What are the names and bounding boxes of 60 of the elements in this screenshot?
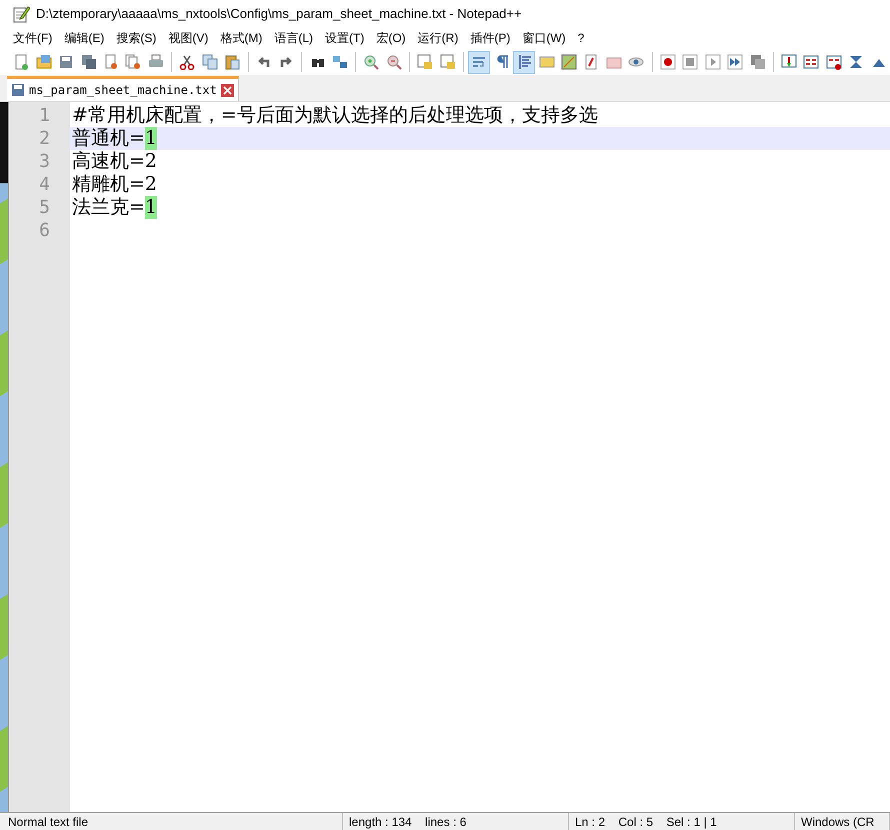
line-number: 3	[38, 150, 51, 173]
menu-item[interactable]: 搜索(S)	[110, 28, 162, 48]
close-icon	[222, 86, 232, 94]
printer-icon	[148, 54, 164, 70]
scissors-icon	[179, 54, 196, 70]
line-number: 6	[38, 219, 51, 242]
menu-item[interactable]: 文件(F)	[7, 28, 58, 48]
window-lock-icon	[440, 54, 456, 70]
status-text: Normal text file	[0, 813, 343, 830]
zoom-out-icon	[386, 54, 402, 70]
status-text: length : 134 lines : 6	[343, 813, 569, 830]
new-file-icon	[13, 54, 30, 70]
menu-item[interactable]: 设置(T)	[319, 28, 370, 48]
undo-icon	[256, 54, 272, 70]
menu-item[interactable]: 编辑(E)	[58, 28, 110, 48]
fast-forward-icon	[727, 54, 744, 70]
code-text: 高速机=2	[72, 150, 158, 173]
line-number: 1	[38, 104, 51, 127]
line-number: 4	[38, 173, 51, 196]
code-text: 普通机=	[72, 127, 145, 150]
document-icon	[103, 54, 120, 70]
play-icon	[704, 54, 721, 70]
compare-icon	[826, 54, 842, 70]
code-text: 精雕机=2	[72, 173, 158, 196]
compare-icon	[803, 54, 820, 70]
status-text: Windows (CR	[795, 813, 890, 830]
close-button[interactable]	[220, 84, 234, 96]
menu-item[interactable]: 视图(V)	[162, 28, 214, 48]
replace-icon	[332, 54, 348, 70]
download-icon	[781, 54, 798, 70]
floppy-icon	[58, 54, 74, 70]
menu-item[interactable]: 语言(L)	[268, 28, 319, 48]
code-text: 法兰克=	[72, 196, 145, 219]
zoom-in-icon	[363, 54, 380, 70]
floppy-icon	[11, 83, 25, 97]
window-lock-icon	[417, 54, 434, 70]
notepad-icon	[12, 4, 30, 22]
paste-icon	[224, 54, 240, 70]
documents-icon	[125, 54, 142, 70]
highlighted-text: 1	[144, 127, 158, 150]
menu-item[interactable]: ?	[572, 28, 590, 48]
line-number: 2	[38, 127, 51, 150]
menu-item[interactable]: 宏(O)	[370, 28, 412, 48]
file-tab[interactable]: ms_param_sheet_machine.txt	[7, 76, 239, 101]
line-number: 5	[38, 196, 51, 219]
floppies-icon	[80, 54, 97, 70]
stop-icon	[682, 54, 698, 70]
copy-icon	[202, 54, 218, 70]
menu-item[interactable]: 格式(M)	[214, 28, 268, 48]
window-title: D:\ztemporary\aaaaa\ms_nxtools\Config\ms_param_sheet_machine.txt - Notepad++	[36, 4, 522, 23]
function-icon	[583, 54, 600, 70]
highlighted-text: 1	[144, 196, 158, 219]
status-text: Ln : 2 Col : 5 Sel : 1 | 1	[569, 813, 795, 830]
collapse-icon	[848, 54, 864, 70]
redo-icon	[278, 54, 294, 70]
menu-item[interactable]: 运行(R)	[412, 28, 464, 48]
menu-item[interactable]: 窗口(W)	[516, 28, 572, 48]
record-icon	[660, 54, 676, 70]
code-text: #常用机床配置，=号后面为默认选择的后处理选项，支持多选	[72, 104, 598, 127]
menu-item[interactable]: 插件(P)	[464, 28, 516, 48]
